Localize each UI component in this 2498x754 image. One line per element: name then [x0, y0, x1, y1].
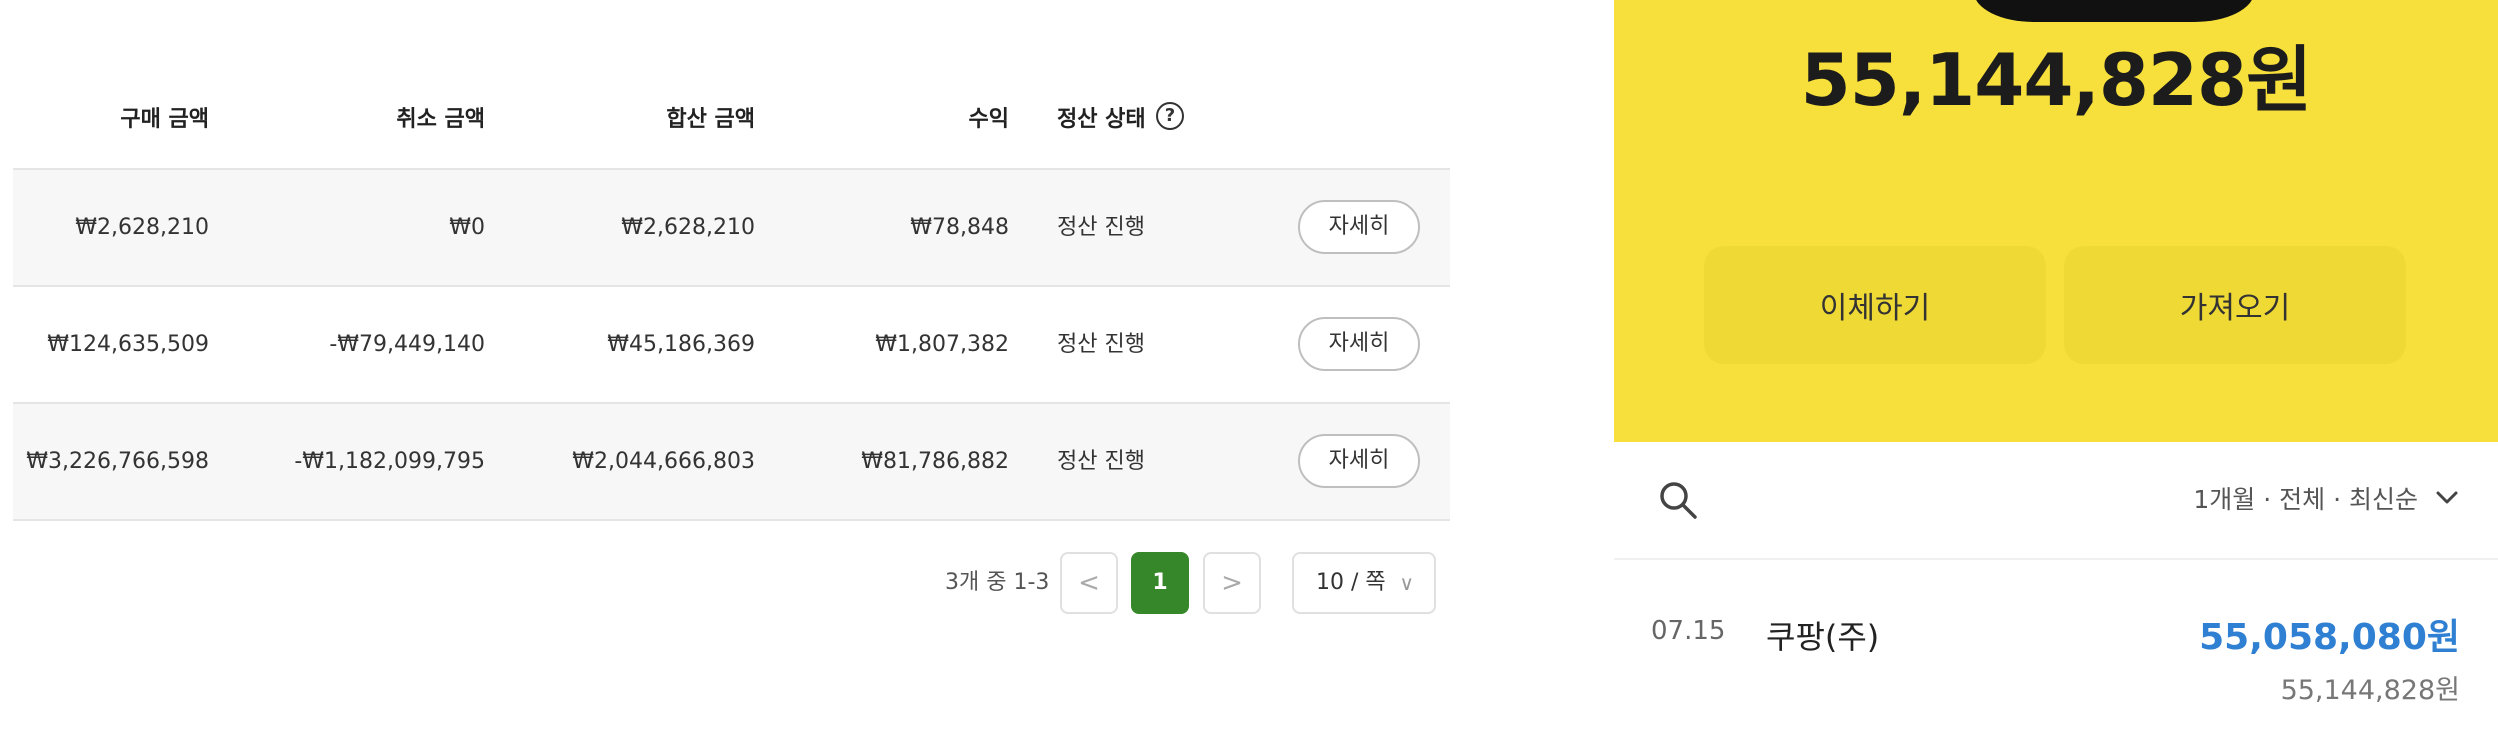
- transaction-name[interactable]: 쿠팡(주): [1766, 612, 1879, 658]
- account-balance: 55,144,828원: [1800, 38, 2313, 122]
- table-row: ₩2,628,210 ₩0 ₩2,628,210 ₩78,848 정산 진행 자…: [13, 170, 1450, 287]
- page-size-value: 10 / 쪽: [1316, 570, 1386, 595]
- next-page-button[interactable]: >: [1203, 552, 1261, 614]
- cell-profit: ₩81,786,882: [861, 449, 1009, 474]
- transaction-date: 07.15: [1651, 616, 1726, 646]
- header-profit: 수익: [968, 107, 1009, 132]
- pagination-count: 3개 중 1-3: [945, 570, 1050, 595]
- page-size-select[interactable]: 10 / 쪽 ∨: [1292, 552, 1436, 614]
- balance-card: 55,144,828원 이체하기 가져오기: [1614, 0, 2498, 442]
- transaction-amount: 55,058,080원: [2199, 617, 2460, 658]
- account-panel: 55,144,828원 이체하기 가져오기 1개월 · 전체 · 최신순 07.…: [1614, 0, 2498, 754]
- detail-button[interactable]: 자세히: [1298, 434, 1420, 488]
- table-row: ₩124,635,509 -₩79,449,140 ₩45,186,369 ₩1…: [13, 287, 1450, 404]
- transaction-balance-after: 55,144,828원: [2280, 675, 2460, 706]
- cell-settlement-status: 정산 진행: [1057, 449, 1145, 474]
- table-header: 구매 금액 취소 금액 합산 금액 수익 정산 상태 ?: [13, 80, 1450, 170]
- page-1-button[interactable]: 1: [1131, 552, 1189, 614]
- cell-profit: ₩78,848: [910, 215, 1009, 240]
- cell-cancel-amount: ₩0: [449, 215, 485, 240]
- cell-total-amount: ₩2,628,210: [621, 215, 755, 240]
- cell-profit: ₩1,807,382: [875, 332, 1009, 357]
- settlement-table: 구매 금액 취소 금액 합산 금액 수익 정산 상태 ? ₩2,628,210 …: [13, 0, 1450, 754]
- cell-cancel-amount: -₩1,182,099,795: [294, 449, 485, 474]
- header-cancel-amount: 취소 금액: [396, 107, 485, 132]
- header-purchase-amount: 구매 금액: [120, 107, 209, 132]
- cell-purchase-amount: ₩124,635,509: [47, 332, 209, 357]
- chevron-down-icon[interactable]: [2436, 490, 2458, 506]
- header-settlement-status: 정산 상태: [1057, 107, 1146, 132]
- cell-purchase-amount: ₩2,628,210: [75, 215, 209, 240]
- cell-purchase-amount: ₩3,226,766,598: [26, 449, 209, 474]
- cell-total-amount: ₩45,186,369: [607, 332, 755, 357]
- detail-button[interactable]: 자세히: [1298, 317, 1420, 371]
- chevron-down-icon: ∨: [1399, 571, 1414, 595]
- cell-total-amount: ₩2,044,666,803: [572, 449, 755, 474]
- prev-page-button[interactable]: <: [1060, 552, 1118, 614]
- transaction-filter-bar: 1개월 · 전체 · 최신순: [1614, 442, 2498, 560]
- fetch-button[interactable]: 가져오기: [2064, 246, 2406, 364]
- search-icon[interactable]: [1658, 480, 1698, 520]
- table-row: ₩3,226,766,598 -₩1,182,099,795 ₩2,044,66…: [13, 404, 1450, 521]
- header-total-amount: 합산 금액: [666, 107, 755, 132]
- question-circle-icon[interactable]: ?: [1156, 102, 1184, 130]
- redaction-mark: [1974, 0, 2254, 22]
- cell-settlement-status: 정산 진행: [1057, 215, 1145, 240]
- cell-settlement-status: 정산 진행: [1057, 332, 1145, 357]
- filter-selector[interactable]: 1개월 · 전체 · 최신순: [2193, 442, 2418, 558]
- transfer-button[interactable]: 이체하기: [1704, 246, 2046, 364]
- pagination: 3개 중 1-3 < 1 > 10 / 쪽 ∨: [13, 552, 1450, 614]
- cell-cancel-amount: -₩79,449,140: [329, 332, 485, 357]
- detail-button[interactable]: 자세히: [1298, 200, 1420, 254]
